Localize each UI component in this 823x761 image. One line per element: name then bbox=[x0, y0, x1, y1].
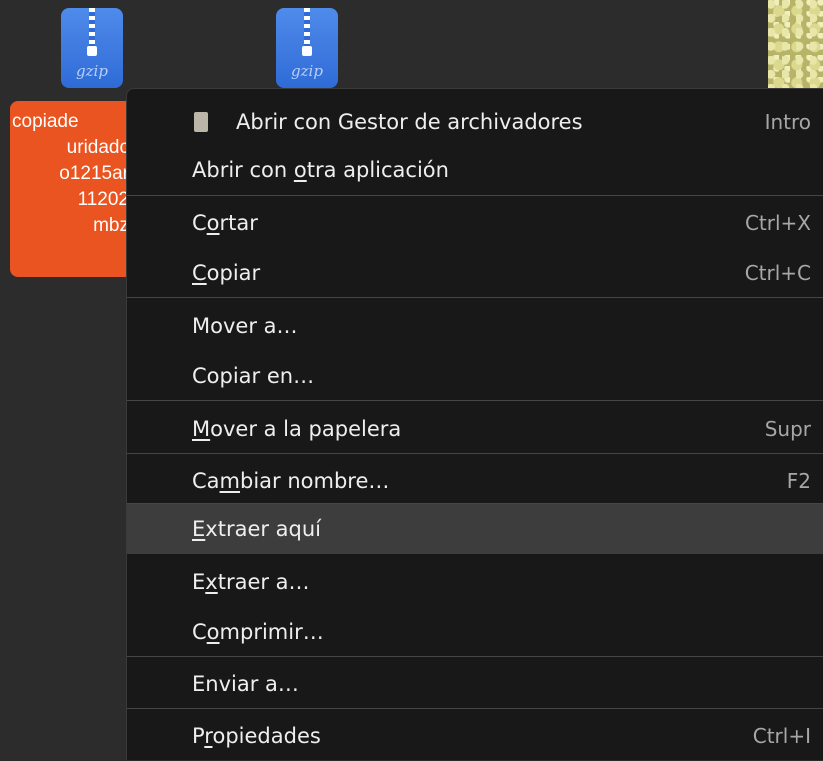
menu-separator bbox=[127, 453, 823, 454]
menu-item-move-to-trash[interactable]: Mover a la papelera Supr bbox=[127, 404, 823, 454]
image-file-thumbnail[interactable] bbox=[768, 0, 823, 88]
shortcut-label: Ctrl+I bbox=[752, 724, 811, 748]
menu-separator bbox=[127, 297, 823, 298]
menu-item-copy[interactable]: Copiar Ctrl+C bbox=[127, 248, 823, 298]
file-type-label: gzip bbox=[76, 62, 108, 80]
menu-item-rename[interactable]: Cambiar nombre… F2 bbox=[127, 456, 823, 506]
shortcut-label: Ctrl+X bbox=[744, 211, 811, 235]
shortcut-label: Supr bbox=[764, 417, 811, 441]
context-menu: Abrir con Gestor de archivadores Intro A… bbox=[126, 88, 823, 760]
archive-manager-icon bbox=[194, 112, 208, 132]
shortcut-label: F2 bbox=[786, 469, 811, 493]
menu-item-extract-here[interactable]: Extraer aquí bbox=[127, 504, 823, 554]
menu-separator bbox=[127, 195, 823, 196]
menu-item-properties[interactable]: Propiedades Ctrl+I bbox=[127, 711, 823, 761]
menu-separator bbox=[127, 708, 823, 709]
menu-item-copy-to[interactable]: Copiar en… bbox=[127, 351, 823, 401]
menu-item-open-with-archive-manager[interactable]: Abrir con Gestor de archivadores Intro bbox=[127, 97, 823, 147]
menu-separator bbox=[127, 400, 823, 401]
gzip-file-icon[interactable]: gzip bbox=[276, 8, 338, 88]
gzip-file-icon[interactable]: gzip bbox=[61, 8, 123, 88]
shortcut-label: Ctrl+C bbox=[744, 261, 811, 285]
menu-item-open-with-other-app[interactable]: Abrir con otra aplicación bbox=[127, 145, 823, 195]
menu-separator bbox=[127, 656, 823, 657]
menu-item-cut[interactable]: Cortar Ctrl+X bbox=[127, 198, 823, 248]
menu-item-compress[interactable]: Comprimir… bbox=[127, 607, 823, 657]
shortcut-label: Intro bbox=[764, 110, 811, 134]
menu-item-extract-to[interactable]: Extraer a… bbox=[127, 557, 823, 607]
menu-item-send-to[interactable]: Enviar a… bbox=[127, 659, 823, 709]
file-type-label: gzip bbox=[291, 62, 323, 80]
menu-item-move-to[interactable]: Mover a… bbox=[127, 301, 823, 351]
